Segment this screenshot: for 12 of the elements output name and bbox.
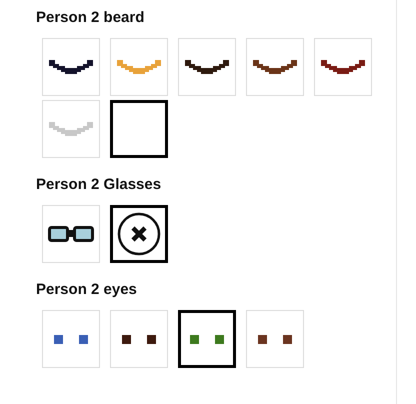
swatch-button[interactable] bbox=[110, 100, 168, 158]
swatch-button[interactable] bbox=[110, 205, 168, 263]
clear-icon bbox=[117, 212, 161, 256]
swatch-button[interactable] bbox=[178, 310, 236, 368]
section-title: Person 2 eyes bbox=[36, 281, 137, 299]
eyes-icon bbox=[190, 334, 224, 344]
eyes-icon bbox=[54, 334, 88, 344]
glasses-icon bbox=[48, 226, 94, 242]
section-title: Person 2 beard bbox=[36, 9, 144, 27]
eyes-icon bbox=[258, 334, 292, 344]
section-title: Person 2 Glasses bbox=[36, 176, 162, 194]
eyes-icon bbox=[122, 334, 156, 344]
